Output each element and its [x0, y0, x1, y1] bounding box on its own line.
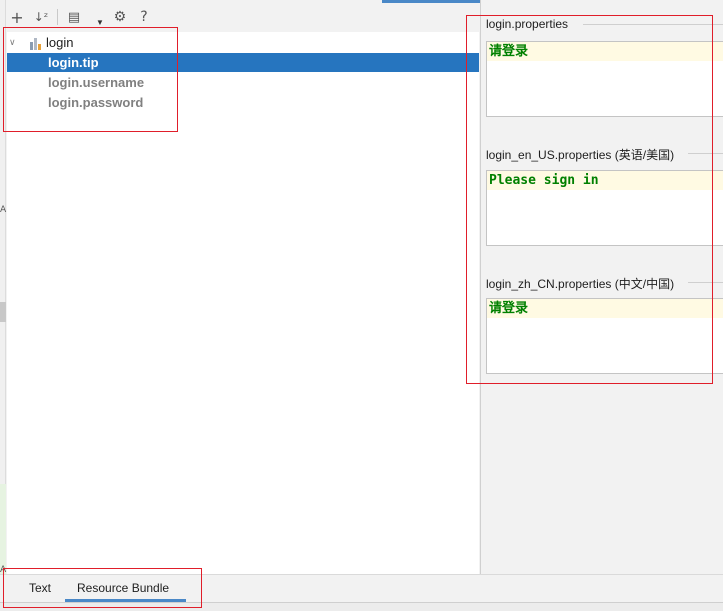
tab-text[interactable]: Text	[29, 581, 51, 595]
plus-icon[interactable]: +	[7, 7, 27, 27]
tree-row-key[interactable]: login.username	[7, 73, 479, 92]
property-file-label: login.properties	[486, 17, 569, 31]
tab-resource-bundle[interactable]: Resource Bundle	[77, 581, 169, 595]
editor-mode-tabs: Text Resource Bundle	[0, 574, 723, 602]
gutter-marker: A	[0, 205, 7, 215]
property-value-text[interactable]: Please sign in	[487, 171, 723, 190]
bundle-label: login	[46, 35, 74, 50]
sort-alpha-icon[interactable]: ↓ᶻ	[31, 7, 51, 27]
help-icon[interactable]: ?	[134, 7, 154, 27]
resource-bundle-icon	[30, 37, 43, 50]
property-value-text[interactable]: 请登录	[487, 42, 723, 61]
separator-line	[688, 153, 723, 154]
gear-icon[interactable]: ⚙	[110, 7, 130, 27]
bundle-key-tree[interactable]: ∨ login login.tip login.username login.p…	[7, 32, 479, 574]
gutter-band	[0, 302, 6, 322]
key-label: login.username	[48, 75, 145, 90]
property-values-panel: login.properties 请登录 login_en_US.propert…	[480, 0, 723, 574]
status-bar	[0, 602, 723, 611]
toolbar-separator	[57, 9, 58, 25]
group-by-icon[interactable]: ▤	[64, 7, 84, 27]
property-value-editor[interactable]: 请登录	[486, 298, 723, 374]
property-file-label: login_en_US.properties (英语/美国)	[486, 148, 675, 162]
separator-line	[583, 24, 723, 25]
separator-line	[688, 282, 723, 283]
key-label: login.tip	[48, 55, 99, 70]
property-value-editor[interactable]: Please sign in	[486, 170, 723, 246]
property-value-editor[interactable]: 请登录	[486, 41, 723, 117]
property-file-label: login_zh_CN.properties (中文/中国)	[486, 277, 675, 291]
editor-gutter: A A	[0, 0, 6, 600]
tree-row-key[interactable]: login.tip	[7, 53, 479, 72]
resource-bundle-toolbar: + ↓ᶻ ▤ ▼ ⚙ ?	[7, 5, 477, 29]
dropdown-arrow-icon[interactable]: ▼	[96, 18, 104, 27]
tree-row-bundle[interactable]: ∨ login	[7, 33, 479, 52]
tree-row-key[interactable]: login.password	[7, 93, 479, 112]
key-label: login.password	[48, 95, 144, 110]
chevron-down-icon[interactable]: ∨	[9, 38, 19, 48]
property-value-text[interactable]: 请登录	[487, 299, 723, 318]
